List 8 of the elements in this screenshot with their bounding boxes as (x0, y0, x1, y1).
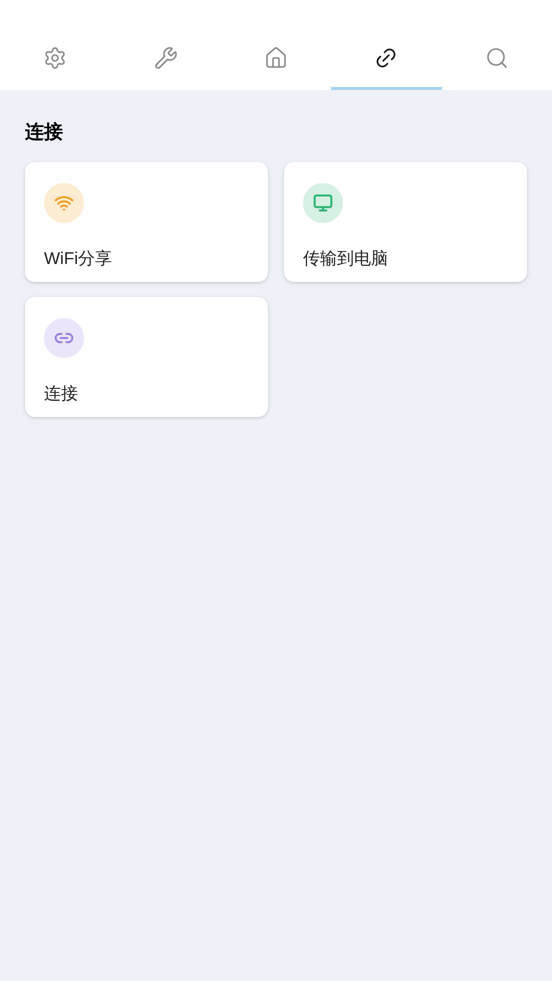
feature-card[interactable]: 传输到电脑 (284, 162, 527, 282)
feature-card[interactable]: 连接 (25, 297, 268, 417)
tools-icon (154, 46, 178, 70)
search-icon (484, 46, 509, 70)
section-title: 连接 (25, 120, 64, 145)
feature-card[interactable]: WiFi分享 (25, 162, 268, 282)
home-icon (264, 46, 288, 70)
settings-icon (43, 46, 68, 70)
